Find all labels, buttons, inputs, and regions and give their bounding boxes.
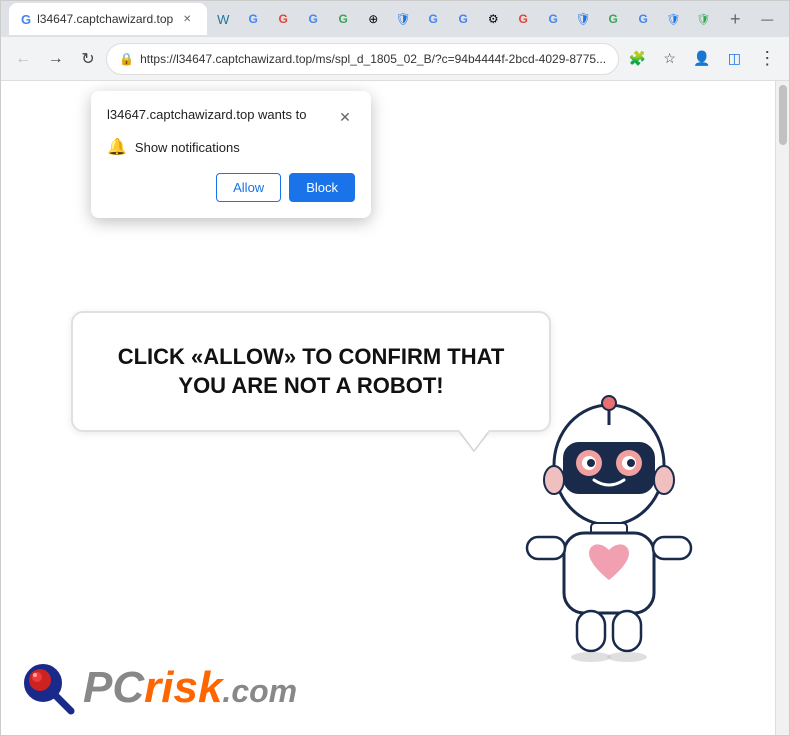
minimize-button[interactable]: — [753, 5, 781, 33]
window-controls: — □ ✕ [753, 5, 790, 33]
tab-g7[interactable]: G [509, 5, 537, 33]
speech-bubble: CLICK «ALLOW» TO CONFIRM THAT YOU ARE NO… [71, 311, 551, 432]
tab-g8[interactable]: G [539, 5, 567, 33]
tab-g9[interactable]: G [599, 5, 627, 33]
allow-button[interactable]: Allow [216, 173, 281, 202]
profile-icon[interactable]: 👤 [688, 43, 716, 75]
bubble-text: CLICK «ALLOW» TO CONFIRM THAT YOU ARE NO… [113, 343, 509, 400]
tab-g3[interactable]: G [299, 5, 327, 33]
tab-g6[interactable]: G [449, 5, 477, 33]
robot-character [509, 395, 729, 675]
popup-notification-row: 🔔 Show notifications [107, 137, 355, 157]
tab-title: l34647.captchawizard.top [37, 12, 173, 26]
maximize-button[interactable]: □ [783, 5, 790, 33]
address-bar[interactable]: 🔒 https://l34647.captchawizard.top/ms/sp… [106, 43, 619, 75]
popup-header: l34647.captchawizard.top wants to ✕ [107, 107, 355, 127]
tab-circle[interactable]: ⊕ [359, 5, 387, 33]
pcrisk-text: PCrisk.com [83, 666, 297, 710]
pc-text: PC [83, 663, 144, 712]
notification-popup: l34647.captchawizard.top wants to ✕ 🔔 Sh… [91, 91, 371, 218]
new-tab-button[interactable]: + [721, 5, 749, 33]
block-button[interactable]: Block [289, 173, 355, 202]
tab-shield1[interactable]: 🛡 [389, 5, 417, 33]
bookmark-star-icon[interactable]: ☆ [655, 43, 683, 75]
tab-g2[interactable]: G [269, 5, 297, 33]
title-bar: G l34647.captchawizard.top ✕ W G G G G ⊕… [1, 1, 789, 37]
tab-close-button[interactable]: ✕ [179, 11, 195, 27]
page-area: l34647.captchawizard.top wants to ✕ 🔔 Sh… [1, 81, 789, 735]
forward-button[interactable]: → [41, 43, 69, 75]
back-button[interactable]: ← [9, 43, 37, 75]
active-tab[interactable]: G l34647.captchawizard.top ✕ [9, 3, 207, 35]
popup-title: l34647.captchawizard.top wants to [107, 107, 306, 122]
tab-strip: G l34647.captchawizard.top ✕ W G G G G ⊕… [9, 3, 749, 35]
scrollbar-thumb[interactable] [779, 85, 787, 145]
com-text: .com [222, 673, 297, 709]
tab-g4[interactable]: G [329, 5, 357, 33]
reload-button[interactable]: ↻ [74, 43, 102, 75]
browser-extension-icon[interactable]: ◫ [720, 43, 748, 75]
pcrisk-logo: PCrisk.com [21, 661, 297, 715]
tab-g10[interactable]: G [629, 5, 657, 33]
lock-icon: 🔒 [119, 52, 134, 66]
url-text: https://l34647.captchawizard.top/ms/spl_… [140, 52, 606, 66]
scrollbar[interactable] [775, 81, 789, 735]
pcrisk-logo-icon [21, 661, 75, 715]
extensions-icon[interactable]: 🧩 [623, 43, 651, 75]
tab-shield3[interactable]: 🛡 [659, 5, 687, 33]
popup-buttons: Allow Block [107, 173, 355, 202]
tab-g5[interactable]: G [419, 5, 447, 33]
toolbar: ← → ↻ 🔒 https://l34647.captchawizard.top… [1, 37, 789, 81]
popup-close-button[interactable]: ✕ [335, 107, 355, 127]
browser-window: G l34647.captchawizard.top ✕ W G G G G ⊕… [0, 0, 790, 736]
tab-shield2[interactable]: 🛡 [569, 5, 597, 33]
tab-settings1[interactable]: ⚙ [479, 5, 507, 33]
tab-shield4[interactable]: 🛡 [689, 5, 717, 33]
menu-button[interactable]: ⋮ [753, 43, 781, 75]
tab-favicon: G [21, 12, 31, 27]
favicons-row: G l34647.captchawizard.top ✕ W G G G G ⊕… [9, 3, 717, 35]
risk-text: risk [144, 663, 222, 712]
bell-icon: 🔔 [107, 137, 127, 157]
tab-g1[interactable]: G [239, 5, 267, 33]
tab-wordpress[interactable]: W [209, 5, 237, 33]
notification-text: Show notifications [135, 140, 240, 155]
